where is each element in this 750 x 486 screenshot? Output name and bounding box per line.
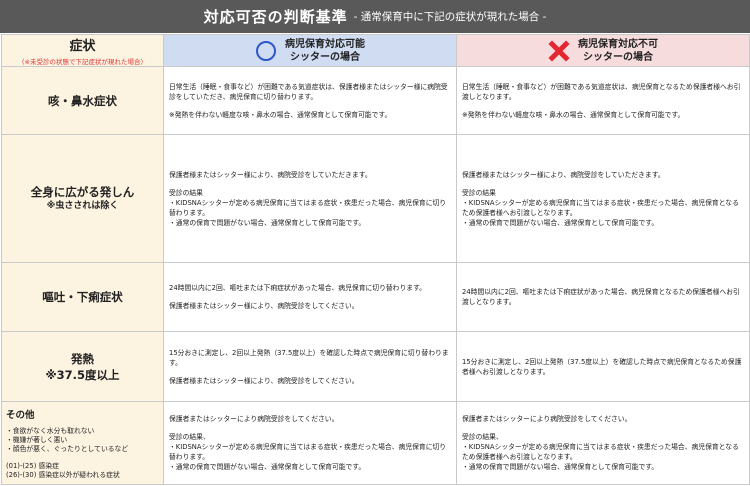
- symptom-sub: ※37.5度以上: [45, 367, 120, 382]
- header-symptom-note: （※未受診の状態で下記症状が現れた場合）: [18, 58, 147, 66]
- header-ng-line1: 病児保育対応不可: [578, 38, 658, 50]
- other-note: (01)-(25) 感染症: [6, 462, 59, 470]
- cell-paragraph: ※発熱を伴わない軽度な咳・鼻水の場合、通常保育として保育可能です。: [462, 110, 685, 119]
- header-ng: 病児保育対応不可 シッターの場合: [456, 34, 750, 67]
- cell-paragraph: 日常生活（睡眠・食事など）が困難である気道症状は、保護者様またはシッター様に病院…: [169, 82, 448, 101]
- other-note: (26)-(30) 感染症以外が疑われる症状: [6, 471, 120, 479]
- cell-paragraph: 保護者様またはシッター様により、病院受診をしてください。: [169, 376, 359, 385]
- cell-paragraph: 保護者様またはシッター様により、病院受診をしていただきます。: [462, 170, 665, 179]
- circle-icon: [256, 40, 276, 61]
- header-ng-line2: シッターの場合: [583, 51, 653, 63]
- symptom-name: 全身に広がる発しん: [30, 185, 135, 199]
- cell-paragraph: 受診の結果、 ・KIDSNAシッターが定める病児保育に当てはまる症状・疾患だった…: [462, 433, 739, 471]
- ok-cell: 保護者またはシッターにより病院受診をしてください。 受診の結果、 ・KIDSNA…: [163, 401, 457, 485]
- cell-paragraph: 日常生活（睡眠・食事など）が困難である気道症状は、病児保育となるため保護者様へお…: [462, 82, 741, 101]
- symptom-cell: 嘔吐・下痢症状: [1, 262, 164, 332]
- ok-cell: 15分おきに測定し、2回以上発熱（37.5度以上）を確認した時点で病児保育に切り…: [163, 331, 457, 402]
- criteria-page: 対応可否の判断基準 - 通常保育中に下記の症状が現れた場合 - 症状 （※未受診…: [0, 0, 750, 486]
- header-ok-line1: 病児保育対応可能: [285, 38, 365, 50]
- symptom-name: 咳・鼻水症状: [48, 93, 117, 108]
- ng-cell: 保護者またはシッターにより病院受診をしてください。 受診の結果、 ・KIDSNA…: [456, 401, 750, 485]
- symptom-sub: ※虫さされは除く: [46, 201, 119, 211]
- ng-cell: 15分おきに測定し、2回以上発熱（37.5度以上）を確認した時点で病児保育となる…: [456, 331, 750, 402]
- ok-cell: 日常生活（睡眠・食事など）が困難である気道症状は、保護者様またはシッター様に病院…: [163, 66, 457, 135]
- cell-paragraph: 保護者様またはシッター様により、病院受診をしていただきます。: [169, 170, 372, 179]
- cell-paragraph: 保護者様またはシッター様により、病院受診をしてください。: [169, 302, 359, 310]
- header-symptom: 症状 （※未受診の状態で下記症状が現れた場合）: [1, 34, 164, 67]
- other-item: ・顔色が悪く、ぐったりとしているなど: [6, 445, 129, 453]
- other-title: その他: [6, 410, 35, 421]
- table-row: 発熱 ※37.5度以上 15分おきに測定し、2回以上発熱（37.5度以上）を確認…: [1, 331, 750, 402]
- ng-cell: 保護者様またはシッター様により、病院受診をしていただきます。 受診の結果 ・KI…: [456, 134, 750, 263]
- table-row: 咳・鼻水症状 日常生活（睡眠・食事など）が困難である気道症状は、保護者様またはシ…: [1, 66, 750, 135]
- symptom-cell: 全身に広がる発しん ※虫さされは除く: [1, 134, 164, 263]
- cell-paragraph: ※発熱を伴わない軽度な咳・鼻水の場合、通常保育として保育可能です。: [169, 110, 392, 119]
- cell-paragraph: 保護者またはシッターにより病院受診をしてください。: [169, 415, 339, 423]
- header-row: 症状 （※未受診の状態で下記症状が現れた場合） 病児保育対応可能 シッターの場合: [1, 34, 750, 67]
- table-row: その他 ・食欲がなく水分も取れない ・機嫌が著しく悪い ・顔色が悪く、ぐったりと…: [1, 401, 750, 485]
- cell-paragraph: 15分おきに測定し、2回以上発熱（37.5度以上）を確認した時点で病児保育に切り…: [169, 348, 449, 367]
- header-symptom-title: 症状: [69, 39, 96, 54]
- symptom-name: 発熱: [71, 351, 94, 366]
- symptom-cell-other: その他 ・食欲がなく水分も取れない ・機嫌が著しく悪い ・顔色が悪く、ぐったりと…: [1, 401, 164, 485]
- criteria-table: 症状 （※未受診の状態で下記症状が現れた場合） 病児保育対応可能 シッターの場合: [1, 34, 750, 485]
- symptom-cell: 咳・鼻水症状: [1, 66, 164, 135]
- page-title: 対応可否の判断基準: [203, 8, 348, 26]
- ng-cell: 日常生活（睡眠・食事など）が困難である気道症状は、病児保育となるため保護者様へお…: [456, 66, 750, 135]
- table-row: 全身に広がる発しん ※虫さされは除く 保護者様またはシッター様により、病院受診を…: [1, 134, 750, 263]
- table-row: 嘔吐・下痢症状 24時間以内に2回、嘔吐または下痢症状があった場合、病児保育に切…: [1, 262, 750, 332]
- other-item: ・食欲がなく水分も取れない: [6, 427, 95, 435]
- symptom-cell: 発熱 ※37.5度以上: [1, 331, 164, 402]
- header-ok-line2: シッターの場合: [290, 51, 360, 63]
- cell-paragraph: 受診の結果 ・KIDSNAシッターが定める病児保育に当てはまる症状・疾患だった場…: [169, 188, 447, 227]
- cell-paragraph: 受診の結果、 ・KIDSNAシッターが定める病児保育に当てはまる症状・疾患だった…: [169, 433, 447, 471]
- symptom-name: 嘔吐・下痢症状: [42, 290, 123, 304]
- cell-paragraph: 24時間以内に2回、嘔吐または下痢症状があった場合、病児保育に切り替わります。: [169, 284, 426, 292]
- title-bar: 対応可否の判断基準 - 通常保育中に下記の症状が現れた場合 -: [0, 0, 750, 33]
- ng-cell: 24時間以内に2回、嘔吐または下痢症状があった場合、病児保育となるため保護者様へ…: [456, 262, 750, 332]
- cell-paragraph: 保護者またはシッターにより病院受診をしてください。: [462, 415, 632, 423]
- ok-cell: 24時間以内に2回、嘔吐または下痢症状があった場合、病児保育に切り替わります。 …: [163, 262, 457, 332]
- page-subtitle: - 通常保育中に下記の症状が現れた場合 -: [353, 11, 547, 23]
- other-item: ・機嫌が著しく悪い: [6, 436, 68, 444]
- ok-cell: 保護者様またはシッター様により、病院受診をしていただきます。 受診の結果 ・KI…: [163, 134, 457, 263]
- cell-paragraph: 24時間以内に2回、嘔吐または下痢症状があった場合、病児保育となるため保護者様へ…: [462, 288, 740, 306]
- cell-paragraph: 15分おきに測定し、2回以上発熱（37.5度以上）を確認した時点で病児保育となる…: [462, 357, 742, 376]
- cell-paragraph: 受診の結果 ・KIDSNAシッターが定める病児保育に当てはまる症状・疾患だった場…: [462, 188, 739, 227]
- header-ok: 病児保育対応可能 シッターの場合: [163, 34, 457, 67]
- cross-icon: [548, 39, 570, 62]
